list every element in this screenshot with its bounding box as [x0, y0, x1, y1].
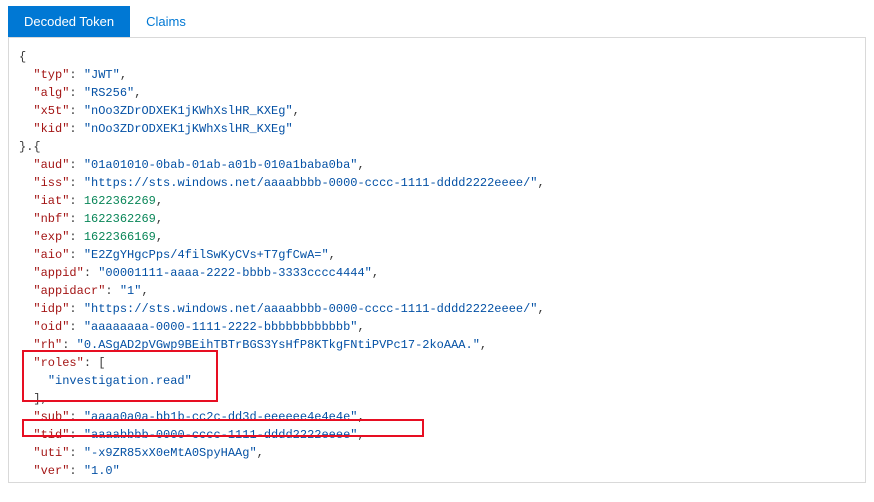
code-line: "aud": "01a01010-0bab-01ab-a01b-010a1bab…	[19, 156, 855, 174]
code-line: "iss": "https://sts.windows.net/aaaabbbb…	[19, 174, 855, 192]
code-line: "alg": "RS256",	[19, 84, 855, 102]
code-line: "idp": "https://sts.windows.net/aaaabbbb…	[19, 300, 855, 318]
tab-decoded-token[interactable]: Decoded Token	[8, 6, 130, 37]
code-line: "kid": "nOo3ZDrODXEK1jKWhXslHR_KXEg"	[19, 120, 855, 138]
code-line: "aio": "E2ZgYHgcPps/4filSwKyCVs+T7gfCwA=…	[19, 246, 855, 264]
code-line: "iat": 1622362269,	[19, 192, 855, 210]
code-line: "sub": "aaaa0a0a-bb1b-cc2c-dd3d-eeeeee4e…	[19, 408, 855, 426]
code-line: "ver": "1.0"	[19, 462, 855, 480]
code-line: "investigation.read"	[19, 372, 855, 390]
code-line: {	[19, 48, 855, 66]
tab-bar: Decoded Token Claims	[8, 6, 866, 38]
decoded-token-panel: { "typ": "JWT", "alg": "RS256", "x5t": "…	[8, 38, 866, 483]
code-line: "x5t": "nOo3ZDrODXEK1jKWhXslHR_KXEg",	[19, 102, 855, 120]
code-line: "nbf": 1622362269,	[19, 210, 855, 228]
code-line: "typ": "JWT",	[19, 66, 855, 84]
code-line: "roles": [	[19, 354, 855, 372]
code-line: }.[Signature]	[19, 480, 855, 483]
code-line: "appid": "00001111-aaaa-2222-bbbb-3333cc…	[19, 264, 855, 282]
code-line: "exp": 1622366169,	[19, 228, 855, 246]
tab-claims[interactable]: Claims	[130, 6, 202, 37]
code-line: "uti": "-x9ZR85xX0eMtA0SpyHAAg",	[19, 444, 855, 462]
code-line: ],	[19, 390, 855, 408]
code-line: }.{	[19, 138, 855, 156]
code-line: "oid": "aaaaaaaa-0000-1111-2222-bbbbbbbb…	[19, 318, 855, 336]
code-line: "rh": "0.ASgAD2pVGwp9BEihTBTrBGS3YsHfP8K…	[19, 336, 855, 354]
code-line: "appidacr": "1",	[19, 282, 855, 300]
code-line: "tid": "aaaabbbb-0000-cccc-1111-dddd2222…	[19, 426, 855, 444]
